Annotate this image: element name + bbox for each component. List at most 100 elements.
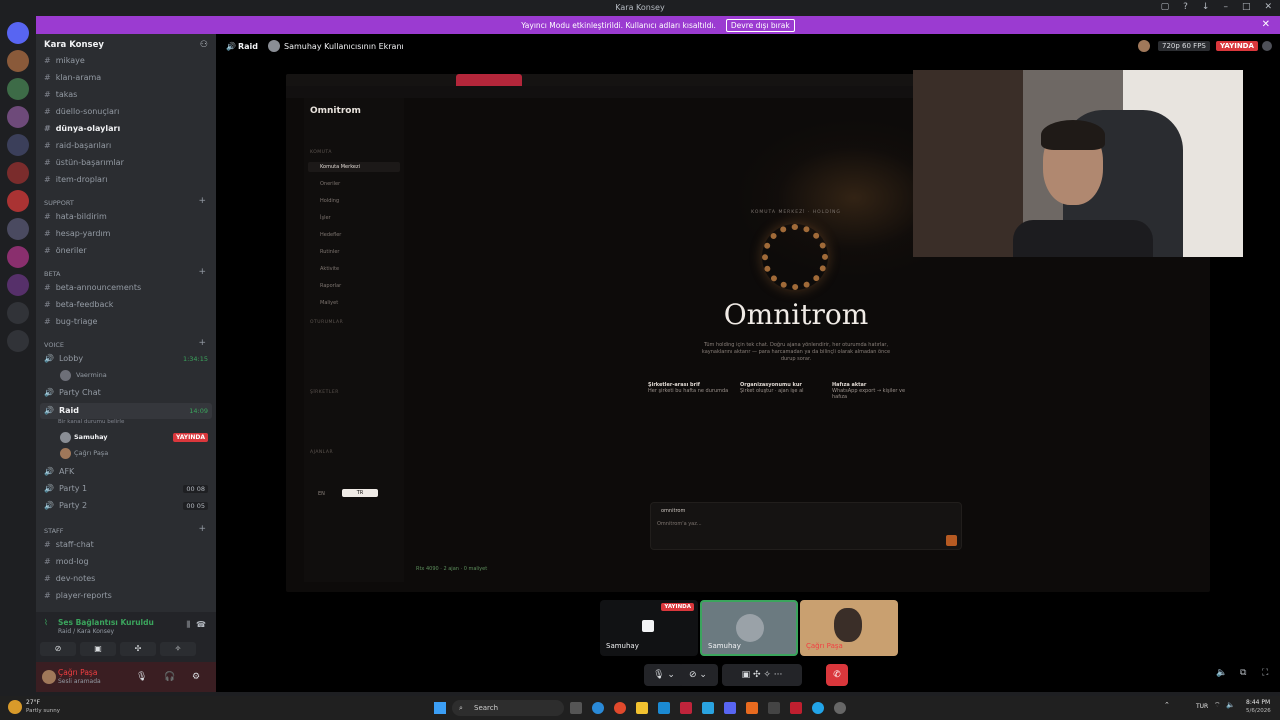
- screen-share-button[interactable]: ▣: [80, 642, 116, 656]
- channel-item[interactable]: # dünya-olayları: [44, 124, 120, 133]
- channel-item[interactable]: # hesap-yardım: [44, 229, 110, 238]
- category-support[interactable]: SUPPORT: [44, 199, 74, 207]
- send-button[interactable]: [946, 535, 957, 546]
- add-channel-icon[interactable]: +: [198, 196, 206, 206]
- category-beta[interactable]: BETA: [44, 270, 60, 278]
- server-icon[interactable]: [7, 218, 29, 240]
- add-member-icon[interactable]: ⚇: [200, 40, 208, 50]
- add-server-icon[interactable]: [7, 302, 29, 324]
- webcam-overlay[interactable]: [913, 70, 1243, 257]
- channel-item[interactable]: # düello-sonuçları: [44, 107, 119, 116]
- add-channel-icon[interactable]: +: [198, 267, 206, 277]
- discover-icon[interactable]: [7, 330, 29, 352]
- channel-item[interactable]: # mod-log: [44, 557, 89, 566]
- chat-input-box[interactable]: omnitrom Omnitrom'a yaz...: [650, 502, 962, 550]
- voice-user[interactable]: Samuhay: [74, 433, 108, 441]
- voice-channel-party-2[interactable]: 🔊 Party 2: [44, 501, 87, 510]
- telegram-icon[interactable]: [702, 702, 714, 714]
- nav-item[interactable]: İşler: [320, 215, 331, 221]
- start-icon[interactable]: [434, 702, 446, 714]
- channel-status[interactable]: Bir kanal durumu belirle: [58, 419, 124, 425]
- category-voice[interactable]: VOICE: [44, 341, 64, 349]
- app-icon[interactable]: [680, 702, 692, 714]
- current-user-name[interactable]: Çağrı Paşa: [58, 668, 97, 677]
- channel-item[interactable]: # beta-announcements: [44, 283, 141, 292]
- tray-chevron-icon[interactable]: ⌃: [1164, 701, 1170, 709]
- volume-icon[interactable]: 🔈: [1226, 701, 1235, 709]
- voice-connected-status[interactable]: Ses Bağlantısı Kuruldu: [58, 618, 154, 627]
- suggestion-card[interactable]: Hafıza aktar WhatsApp export → kişiler ve…: [832, 382, 918, 404]
- close-icon[interactable]: ✕: [1262, 19, 1270, 30]
- voice-user[interactable]: Vaermina: [76, 371, 107, 379]
- nav-item[interactable]: Komuta Merkezi: [320, 164, 360, 170]
- chat-icon[interactable]: [1262, 41, 1272, 51]
- channel-item[interactable]: # üstün-başarımlar: [44, 158, 124, 167]
- channel-item[interactable]: # klan-arama: [44, 73, 101, 82]
- maximize-button[interactable]: □: [1242, 2, 1251, 12]
- leave-call-button[interactable]: ✆: [826, 664, 848, 686]
- fullscreen-icon[interactable]: ⛶: [1262, 668, 1268, 678]
- nav-item[interactable]: Raporlar: [320, 283, 341, 289]
- avatar[interactable]: [42, 670, 56, 684]
- voice-user[interactable]: Çağrı Paşa: [74, 449, 108, 457]
- disable-streamer-mode-button[interactable]: Devre dışı bırak: [725, 18, 795, 32]
- network-icon[interactable]: ⌔: [1214, 701, 1221, 710]
- server-icon[interactable]: [7, 274, 29, 296]
- server-icon[interactable]: [7, 50, 29, 72]
- voice-channel-party-1[interactable]: 🔊 Party 1: [44, 484, 87, 493]
- channel-item[interactable]: # dev-notes: [44, 574, 95, 583]
- home-icon[interactable]: [7, 22, 29, 44]
- minimize-button[interactable]: –: [1223, 2, 1228, 12]
- chat-placeholder[interactable]: Omnitrom'a yaz...: [657, 521, 702, 527]
- voice-channel-lobby[interactable]: 🔊 Lobby: [44, 354, 83, 363]
- app-icon[interactable]: [790, 702, 802, 714]
- voice-channel-raid[interactable]: 🔊 Raid: [44, 406, 79, 415]
- settings-icon[interactable]: ⚙: [192, 672, 200, 682]
- temperature[interactable]: 27°F: [26, 699, 40, 706]
- channel-item[interactable]: # bug-triage: [44, 317, 97, 326]
- app-icon[interactable]: [812, 702, 824, 714]
- taskbar-search[interactable]: ⌕ Search: [452, 700, 564, 716]
- download-icon[interactable]: ↓: [1202, 2, 1210, 12]
- server-icon[interactable]: [7, 162, 29, 184]
- headphones-icon[interactable]: 🎧: [164, 672, 175, 682]
- channel-item[interactable]: # beta-feedback: [44, 300, 113, 309]
- popout-icon[interactable]: ⧉: [1240, 668, 1246, 678]
- share-controls[interactable]: ▣ ✣ ✧ ···: [722, 664, 802, 686]
- add-channel-icon[interactable]: +: [198, 338, 206, 348]
- voice-channel-afk[interactable]: 🔊 AFK: [44, 467, 74, 476]
- camera-button[interactable]: ⊘: [40, 642, 76, 656]
- clock-time[interactable]: 8:44 PM: [1246, 699, 1270, 706]
- app-icon[interactable]: [746, 702, 758, 714]
- discord-icon[interactable]: [724, 702, 736, 714]
- noise-suppression-icon[interactable]: ⫼: [186, 620, 190, 630]
- camera-button[interactable]: ⊘ ⌄: [678, 664, 718, 686]
- server-icon[interactable]: [7, 190, 29, 212]
- channel-item[interactable]: # takas: [44, 90, 77, 99]
- microphone-icon[interactable]: 🎙: [136, 672, 147, 682]
- nav-item[interactable]: Hedefler: [320, 232, 341, 238]
- help-icon[interactable]: ?: [1183, 2, 1188, 12]
- weather-icon[interactable]: [8, 700, 22, 714]
- channel-item[interactable]: # hata-bildirim: [44, 212, 107, 221]
- server-icon[interactable]: [7, 246, 29, 268]
- terminal-icon[interactable]: [768, 702, 780, 714]
- server-name[interactable]: Kara Konsey: [44, 40, 104, 50]
- channel-item[interactable]: # staff-chat: [44, 540, 94, 549]
- nav-item[interactable]: Maliyet: [320, 300, 338, 306]
- participant-tile[interactable]: Samuhay: [700, 600, 798, 656]
- channel-item[interactable]: # raid-başarıları: [44, 141, 111, 150]
- inbox-icon[interactable]: ▢: [1161, 2, 1170, 12]
- nav-item[interactable]: Oneriler: [320, 181, 340, 187]
- edge-icon[interactable]: [592, 702, 604, 714]
- task-view-icon[interactable]: [570, 702, 582, 714]
- category-staff[interactable]: STAFF: [44, 527, 64, 535]
- nav-item[interactable]: Aktivite: [320, 266, 339, 272]
- suggestion-card[interactable]: Organizasyonumu kur Şirket oluştur · ajan…: [740, 382, 826, 404]
- lang-tr[interactable]: TR: [342, 489, 378, 497]
- disconnect-icon[interactable]: ☎: [196, 620, 206, 629]
- server-icon[interactable]: [7, 78, 29, 100]
- weather-text[interactable]: Partly sunny: [26, 708, 60, 714]
- voice-channel-party-chat[interactable]: 🔊 Party Chat: [44, 388, 101, 397]
- lang-en[interactable]: EN: [318, 491, 325, 497]
